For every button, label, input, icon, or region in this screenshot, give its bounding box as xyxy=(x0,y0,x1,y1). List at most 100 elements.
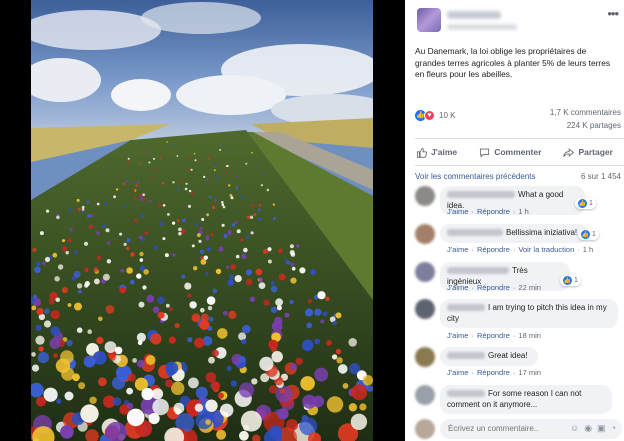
commenter-name-blurred[interactable] xyxy=(447,229,503,237)
flower-dot xyxy=(348,403,358,412)
commenter-avatar[interactable] xyxy=(415,299,435,319)
flower-dot xyxy=(335,312,342,319)
comment-input-box[interactable]: ☺ ◉ ▣ ◔ xyxy=(440,419,622,439)
flower-dot xyxy=(291,266,296,271)
comment-like-link[interactable]: J'aime xyxy=(447,368,468,377)
flower-dot xyxy=(50,326,60,336)
flower-dot xyxy=(119,286,126,294)
flower-dot xyxy=(57,264,64,270)
commenter-avatar[interactable] xyxy=(415,186,435,206)
flower-dot xyxy=(190,168,193,171)
flower-dot xyxy=(105,228,110,233)
commenter-name-blurred[interactable] xyxy=(447,390,485,398)
flower-dot xyxy=(165,303,170,308)
comment-reactions[interactable]: 👍 1 xyxy=(575,198,596,209)
flower-dot xyxy=(290,363,298,371)
flower-dot xyxy=(151,388,164,400)
emoji-icon[interactable]: ☺ xyxy=(570,423,579,434)
comment-like-link[interactable]: J'aime xyxy=(447,331,468,340)
flower-dot xyxy=(299,267,306,274)
flower-dot xyxy=(225,165,228,167)
like-button[interactable]: J'aime xyxy=(416,147,457,158)
comment-reply-link[interactable]: Répondre xyxy=(477,245,510,254)
flower-dot xyxy=(322,311,328,317)
camera-icon[interactable]: ◉ xyxy=(584,423,592,434)
comment-time[interactable]: 22 min xyxy=(518,283,541,292)
flower-dot xyxy=(69,228,73,232)
flower-dot xyxy=(148,161,151,164)
flower-dot xyxy=(213,169,216,172)
flower-dot xyxy=(272,216,276,221)
flower-dot xyxy=(223,234,228,239)
flower-dot xyxy=(272,203,276,206)
comments-count-link[interactable]: 1,7 K commentaires xyxy=(550,108,621,117)
comment-links: J'aime · Répondre · 22 min xyxy=(447,283,541,292)
comment-reply-link[interactable]: Répondre xyxy=(477,368,510,377)
comment-reply-link[interactable]: Répondre xyxy=(477,207,510,216)
flower-dot xyxy=(68,208,72,212)
flower-dot xyxy=(112,376,126,390)
flower-dot xyxy=(159,221,164,226)
flower-dot xyxy=(125,180,128,183)
comment-like-link[interactable]: J'aime xyxy=(447,245,468,254)
translate-link[interactable]: Voir la traduction xyxy=(518,245,574,254)
flower-dot xyxy=(90,214,94,218)
shares-count-link[interactable]: 224 K partages xyxy=(567,121,621,130)
flower-dot xyxy=(205,372,217,383)
commenter-name-blurred[interactable] xyxy=(447,352,485,360)
commenter-avatar[interactable] xyxy=(415,262,435,282)
post-header: ••• xyxy=(405,0,624,36)
flower-dot xyxy=(32,247,37,252)
flower-dot xyxy=(200,259,207,265)
flower-dot xyxy=(212,288,218,294)
comment-input[interactable] xyxy=(448,424,538,433)
reactions-summary[interactable]: 👍 ♥ 10 K xyxy=(415,108,455,122)
flower-dot xyxy=(176,155,179,157)
share-button[interactable]: Partager xyxy=(563,147,613,158)
flower-dot xyxy=(115,188,119,191)
flower-dot xyxy=(174,323,180,329)
flower-dot xyxy=(132,189,136,192)
post-photo[interactable] xyxy=(31,0,373,441)
comment-like-link[interactable]: J'aime xyxy=(447,283,468,292)
flower-dot xyxy=(266,188,270,192)
flower-dot xyxy=(84,267,89,273)
page-name-blurred[interactable] xyxy=(447,11,501,19)
page-avatar[interactable] xyxy=(417,8,441,32)
comment-reactions[interactable]: 👍 1 xyxy=(578,229,599,240)
commenter-avatar[interactable] xyxy=(415,224,435,244)
more-options-icon[interactable]: ••• xyxy=(607,6,619,21)
flower-dot xyxy=(124,203,127,207)
commenter-name-blurred[interactable] xyxy=(447,304,485,312)
flower-dot xyxy=(61,246,68,252)
comment-time[interactable]: 17 min xyxy=(518,368,541,377)
commenter-avatar[interactable] xyxy=(415,385,435,405)
comment-reply-link[interactable]: Répondre xyxy=(477,283,510,292)
flower-dot xyxy=(359,403,367,411)
comment-time[interactable]: 18 min xyxy=(518,331,541,340)
sticker-icon[interactable]: ◔ xyxy=(611,423,616,434)
comment-reactions[interactable]: 👍 1 xyxy=(560,275,581,286)
flower-dot xyxy=(184,282,192,290)
comment-like-link[interactable]: J'aime xyxy=(447,207,468,216)
commenter-avatar[interactable] xyxy=(415,347,435,367)
comment-time[interactable]: 1 h xyxy=(518,207,528,216)
flower-dot xyxy=(104,341,117,353)
previous-comments-link[interactable]: Voir les commentaires précédents xyxy=(415,172,536,181)
flower-dot xyxy=(326,340,332,346)
flower-dot xyxy=(139,251,144,257)
commenter-name-blurred[interactable] xyxy=(447,191,515,199)
flower-dot xyxy=(61,287,68,294)
flower-dot xyxy=(295,357,303,365)
flower-dot xyxy=(126,237,131,243)
commenter-name-blurred[interactable] xyxy=(447,267,509,275)
comment-bubble: Bellissima iniziativa! xyxy=(440,224,588,243)
comment-reply-link[interactable]: Répondre xyxy=(477,331,510,340)
flower-dot xyxy=(227,147,229,150)
comment-time[interactable]: 1 h xyxy=(583,245,593,254)
flower-dot xyxy=(194,337,205,348)
flower-dot xyxy=(350,413,368,430)
flower-dot xyxy=(245,278,253,286)
comment-button[interactable]: Commenter xyxy=(479,147,541,158)
gif-icon[interactable]: ▣ xyxy=(597,423,606,434)
